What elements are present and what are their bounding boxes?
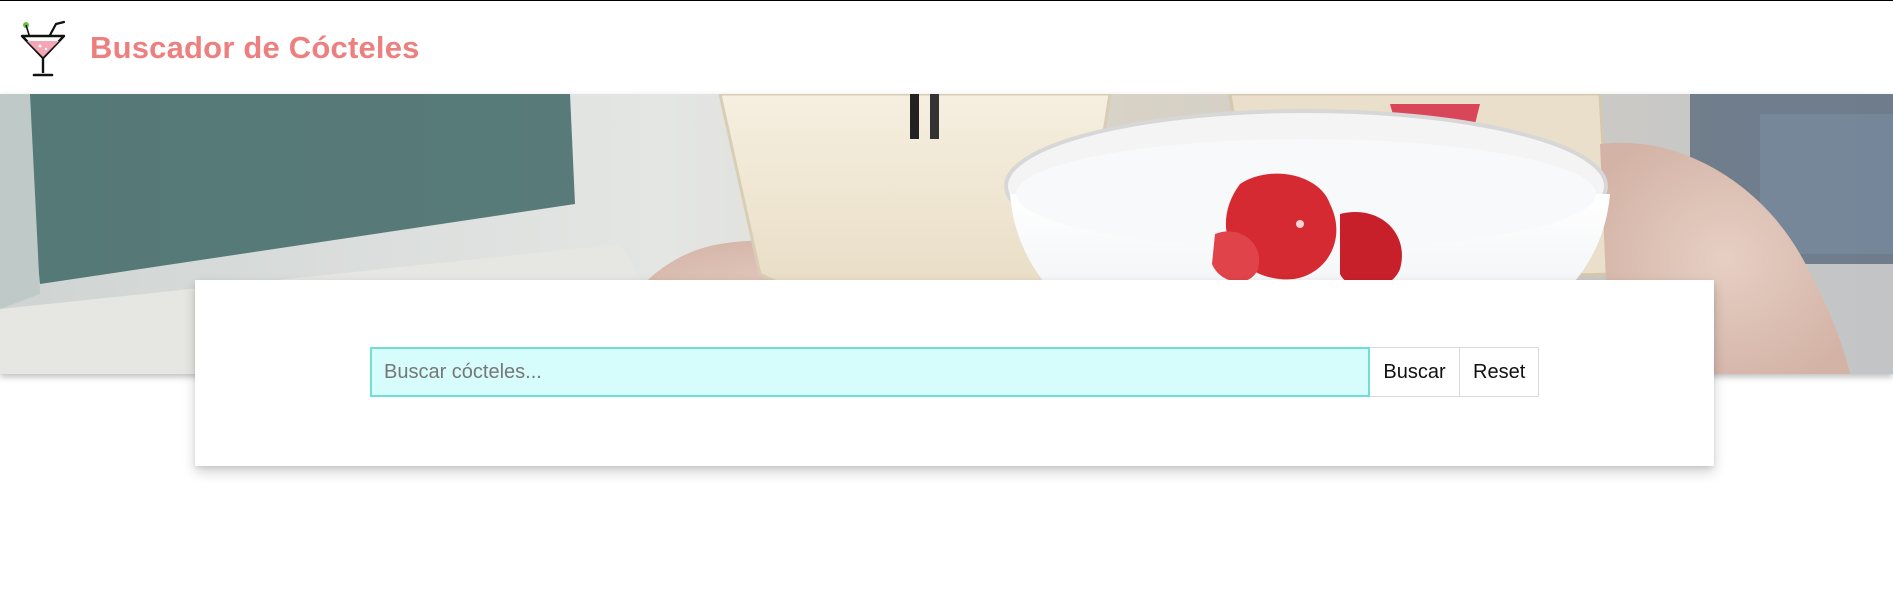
search-card: Buscar Reset bbox=[195, 280, 1714, 466]
reset-button[interactable]: Reset bbox=[1460, 347, 1539, 397]
search-input[interactable] bbox=[370, 347, 1370, 397]
page-title: Buscador de Cócteles bbox=[90, 29, 420, 65]
cocktail-glass-icon bbox=[20, 20, 66, 76]
search-form: Buscar Reset bbox=[370, 347, 1539, 397]
search-button[interactable]: Buscar bbox=[1370, 347, 1460, 397]
site-header: Buscador de Cócteles bbox=[0, 1, 1893, 94]
